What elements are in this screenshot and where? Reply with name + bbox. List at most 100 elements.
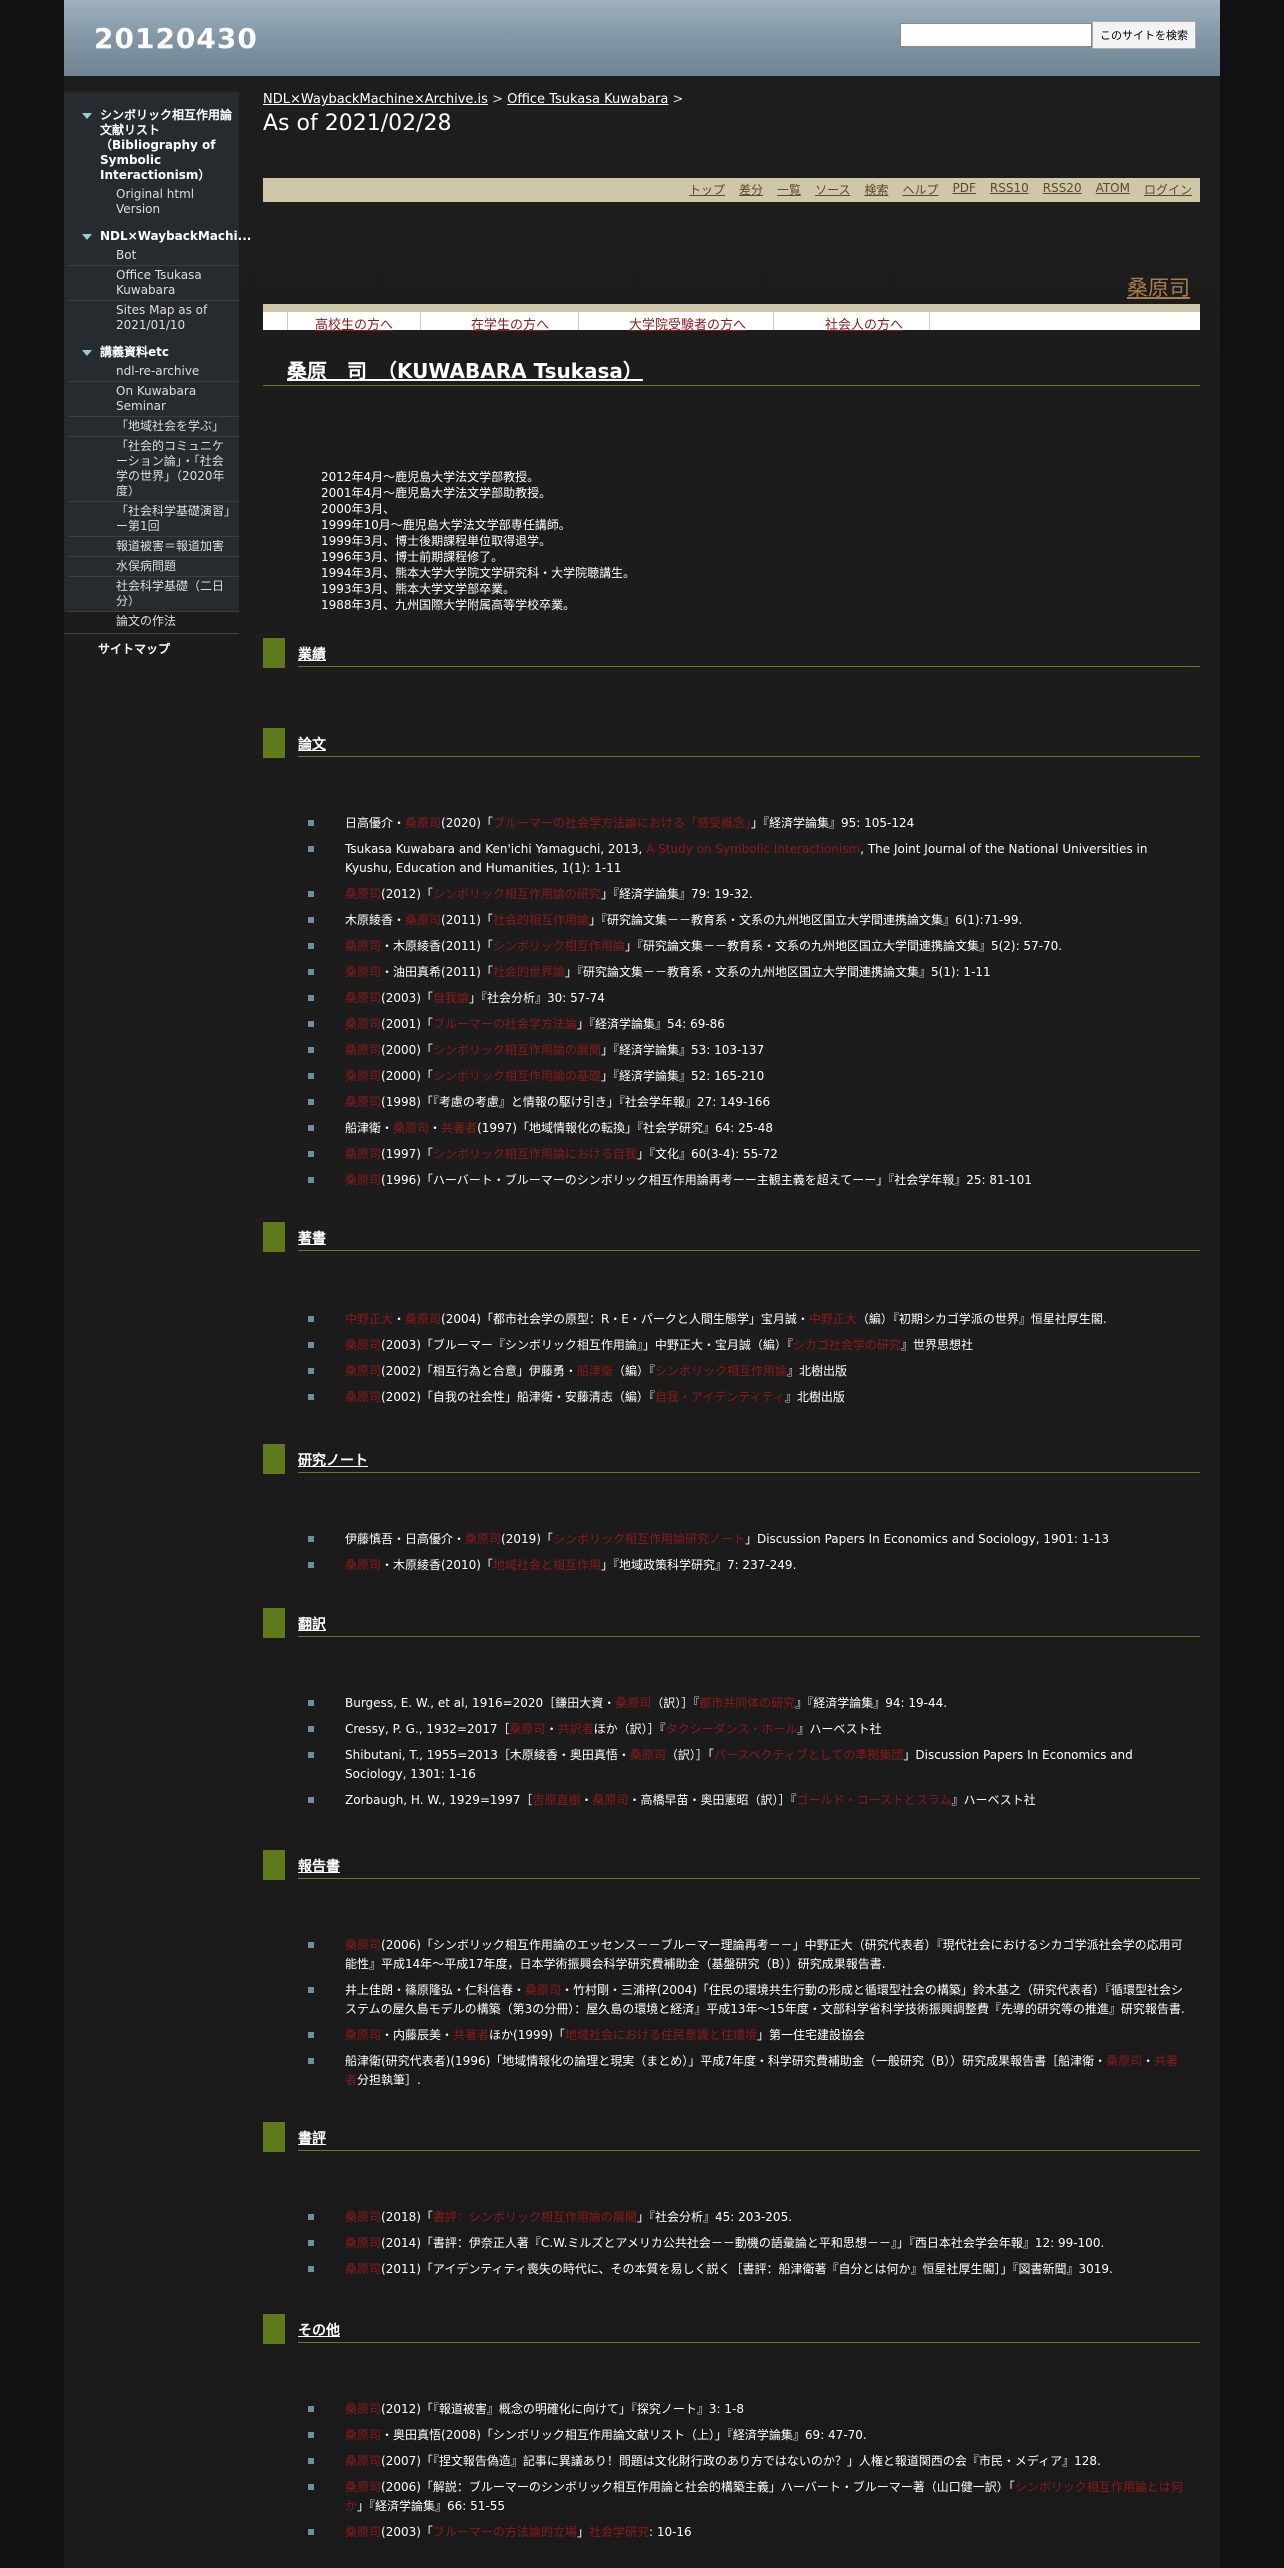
section-title[interactable]: 翻訳 [298, 1614, 326, 1634]
chevron-down-icon[interactable] [82, 113, 92, 119]
book-link[interactable]: シカゴ社会学の研究 [793, 1338, 901, 1352]
breadcrumb-link-office[interactable]: Office Tsukasa Kuwabara [507, 92, 668, 107]
paper-link[interactable]: シンボリック相互作用論における自我 [433, 1147, 637, 1161]
author-link[interactable]: 桑原司 [345, 887, 381, 901]
author-link[interactable]: 桑原司 [345, 1017, 381, 1031]
section-title[interactable]: 研究ノート [298, 1450, 368, 1470]
breadcrumb-link-ndl[interactable]: NDL×WaybackMachine×Archive.is [263, 92, 488, 107]
sidebar-item-bot[interactable]: Bot [68, 246, 239, 266]
author-link[interactable]: 中野正大 [809, 1312, 857, 1326]
paper-link[interactable]: ブルーマーの社会学方法論 [433, 1017, 577, 1031]
author-link[interactable]: 桑原司 [345, 1069, 381, 1083]
nav-search[interactable]: 検索 [864, 181, 888, 198]
author-link[interactable]: 共著者 [441, 1121, 477, 1135]
section-title[interactable]: 論文 [298, 734, 326, 754]
book-link[interactable]: 都市共同体の研究 [699, 1696, 795, 1710]
audience-link-highschool[interactable]: 高校生の方へ [315, 314, 393, 333]
author-link[interactable]: 桑原司 [630, 1748, 666, 1762]
nav-diff[interactable]: 差分 [739, 181, 763, 198]
review-link[interactable]: 書評：シンボリック相互作用論の展開 [433, 2210, 637, 2224]
paper-link[interactable]: 自我論 [433, 991, 469, 1005]
site-title[interactable]: 20120430 [94, 22, 258, 55]
author-link[interactable]: 桑原司 [345, 939, 381, 953]
author-link[interactable]: 桑原司 [345, 2428, 381, 2442]
author-link[interactable]: 桑原司 [1127, 272, 1190, 302]
paper-link[interactable]: 地域社会と相互作用 [493, 1558, 601, 1572]
author-link[interactable]: 桑原司 [345, 1558, 381, 1572]
journal-link[interactable]: 社会学研究 [589, 2525, 649, 2539]
author-link[interactable]: 桑原司 [1106, 2054, 1142, 2068]
author-link[interactable]: 桑原司 [615, 1696, 651, 1710]
sidebar-group-header[interactable]: NDL×WaybackMachi... [68, 219, 251, 246]
audience-link-graduate[interactable]: 大学院受験者の方へ [629, 314, 746, 333]
author-link[interactable]: 桑原司 [345, 2525, 381, 2539]
author-link[interactable]: 桑原司 [345, 2210, 381, 2224]
author-link[interactable]: 桑原司 [525, 1983, 561, 1997]
sidebar-group-header[interactable]: 講義資料etc [68, 335, 239, 362]
nav-source[interactable]: ソース [815, 181, 850, 198]
nav-rss10[interactable]: RSS10 [990, 181, 1029, 198]
book-link[interactable]: ゴールド・コーストとスラム [797, 1793, 952, 1807]
author-link[interactable]: 桑原司 [345, 2454, 381, 2468]
nav-pdf[interactable]: PDF [953, 181, 976, 198]
sidebar-item[interactable]: 水俣病問題 [68, 557, 239, 577]
chevron-down-icon[interactable] [82, 234, 92, 240]
author-link[interactable]: 桑原司 [405, 816, 441, 830]
sidebar-item[interactable]: On Kuwabara Seminar [68, 382, 239, 417]
author-link[interactable]: 桑原司 [345, 1095, 381, 1109]
paper-link[interactable]: シンボリック相互作用論の展開 [433, 1043, 601, 1057]
author-link[interactable]: 桑原司 [345, 1364, 381, 1378]
section-title[interactable]: 書評 [298, 2128, 326, 2148]
paper-link[interactable]: ブルーマーの社会学方法論における「感受概念」 [493, 816, 751, 830]
paper-link[interactable]: A Study on Symbolic Interactionism [646, 842, 860, 856]
sidebar-item[interactable]: 論文の作法 [68, 612, 239, 631]
paper-link[interactable]: 社会的世界論 [493, 965, 565, 979]
author-link[interactable]: 桑原司 [345, 2262, 381, 2276]
section-title[interactable]: 報告書 [298, 1856, 340, 1876]
sidebar-item-original-html[interactable]: Original html Version [68, 185, 239, 219]
author-link[interactable]: 桑原司 [405, 913, 441, 927]
section-title[interactable]: その他 [298, 2320, 340, 2340]
sidebar-group-header[interactable]: シンボリック相互作用論文献リスト（Bibliography of Symboli… [68, 92, 239, 185]
author-link[interactable]: 桑原司 [393, 1121, 429, 1135]
nav-top[interactable]: トップ [689, 181, 725, 198]
author-link[interactable]: 桑原司 [345, 1043, 381, 1057]
section-title[interactable]: 業績 [298, 644, 326, 664]
sidebar-item[interactable]: 「社会科学基礎演習」ー第1回 [68, 502, 239, 537]
author-link[interactable]: 桑原司 [345, 2236, 381, 2250]
audience-link-public[interactable]: 社会人の方へ [825, 314, 903, 333]
author-link[interactable]: 桑原司 [345, 965, 381, 979]
author-link[interactable]: 桑原司 [345, 1338, 381, 1352]
author-link[interactable]: 桑原司 [465, 1532, 501, 1546]
book-link[interactable]: タクシーダンス・ホール [666, 1722, 798, 1736]
author-link[interactable]: 共訳者 [558, 1722, 594, 1736]
sidebar-group-title[interactable]: NDL×WaybackMachi... [100, 229, 251, 244]
nav-rss20[interactable]: RSS20 [1043, 181, 1082, 198]
book-link[interactable]: シンボリック相互作用論 [655, 1364, 787, 1378]
paper-link[interactable]: シンボリック相互作用論研究ノート [553, 1532, 745, 1546]
author-link[interactable]: 桑原司 [345, 1390, 381, 1404]
paper-link[interactable]: シンボリック相互作用論 [493, 939, 625, 953]
author-link[interactable]: 桑原司 [345, 991, 381, 1005]
search-input[interactable] [900, 23, 1092, 47]
sitemap-link[interactable]: サイトマップ [64, 633, 239, 657]
author-link[interactable]: 桑原司 [345, 2402, 381, 2416]
sidebar-item[interactable]: ndl-re-archive [68, 362, 239, 382]
paper-link[interactable]: シンボリック相互作用論の研究 [433, 887, 601, 901]
report-link[interactable]: 地域社会における住民意識と住環境 [565, 2028, 757, 2042]
author-link[interactable]: 桑原司 [345, 1147, 381, 1161]
author-link[interactable]: 桑原司 [345, 1173, 381, 1187]
author-link[interactable]: 桑原司 [345, 2480, 381, 2494]
chevron-down-icon[interactable] [82, 350, 92, 356]
search-button[interactable]: このサイトを検索 [1092, 21, 1196, 49]
sidebar-group-title[interactable]: 講義資料etc [100, 345, 169, 360]
sidebar-item[interactable]: 報道被害＝報道加害 [68, 537, 239, 557]
author-link[interactable]: 桑原司 [345, 2028, 381, 2042]
author-link[interactable]: 桑原司 [345, 1938, 381, 1952]
paper-link[interactable]: パースペクティブとしての準拠集団 [714, 1748, 903, 1762]
author-link[interactable]: 中野正大 [345, 1312, 393, 1326]
nav-atom[interactable]: ATOM [1096, 181, 1130, 198]
author-link[interactable]: 桑原司 [510, 1722, 546, 1736]
author-link[interactable]: 桑原司 [592, 1793, 628, 1807]
sidebar-item-office[interactable]: Office Tsukasa Kuwabara [68, 266, 239, 301]
